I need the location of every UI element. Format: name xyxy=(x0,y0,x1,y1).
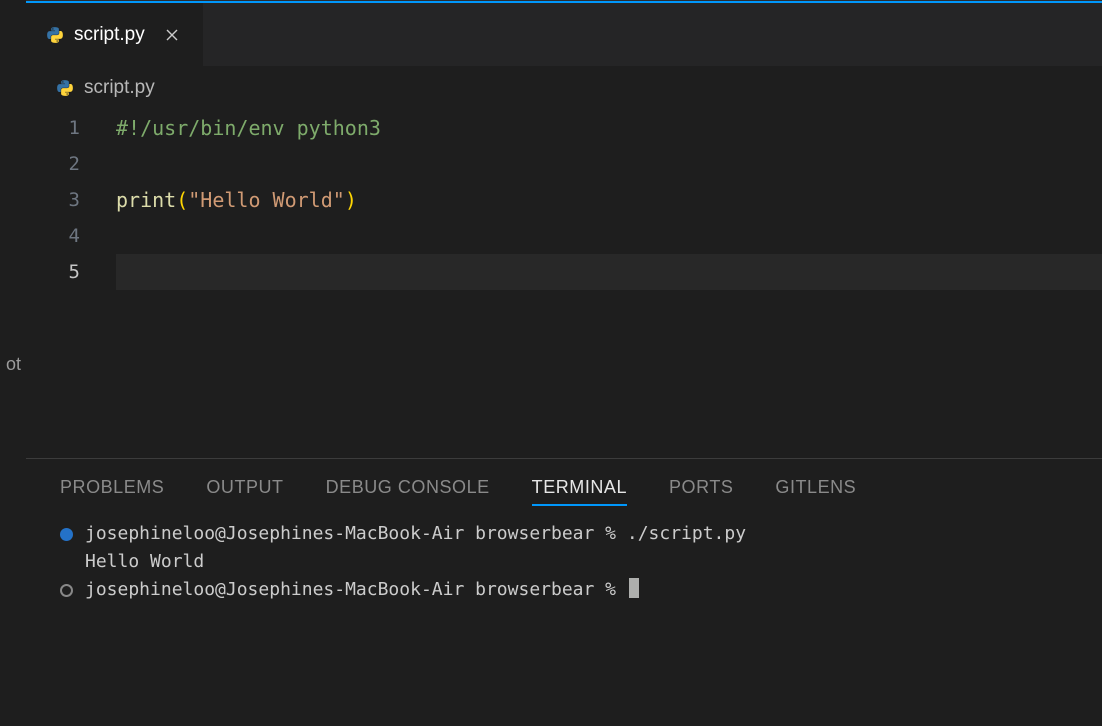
code-line: 1 #!/usr/bin/env python3 xyxy=(56,110,1102,146)
tab-label: script.py xyxy=(74,24,145,46)
terminal-text: josephineloo@Josephines-MacBook-Air brow… xyxy=(85,520,746,548)
code-line: 5 xyxy=(56,254,1102,290)
line-number: 5 xyxy=(56,261,116,283)
tab-script-py[interactable]: script.py xyxy=(26,3,204,66)
current-line-highlight xyxy=(116,254,1102,290)
terminal-line: josephineloo@Josephines-MacBook-Air brow… xyxy=(60,576,1068,604)
tab-problems[interactable]: PROBLEMS xyxy=(60,477,164,506)
code-line: 4 xyxy=(56,218,1102,254)
python-icon xyxy=(46,26,64,44)
breadcrumb-label: script.py xyxy=(84,77,155,99)
bottom-panel: PROBLEMS OUTPUT DEBUG CONSOLE TERMINAL P… xyxy=(26,458,1102,726)
tab-debug-console[interactable]: DEBUG CONSOLE xyxy=(326,477,490,506)
prompt-dot-icon xyxy=(60,584,73,597)
sidebar-text-fragment: ot xyxy=(6,354,21,375)
tab-gitlens[interactable]: GITLENS xyxy=(775,477,856,506)
editor-tabs: script.py xyxy=(26,1,1102,66)
terminal-cursor xyxy=(629,578,639,598)
main-area: script.py script.py 1 #!/usr/bin/env pyt… xyxy=(26,0,1102,726)
breadcrumb[interactable]: script.py xyxy=(26,66,1102,110)
terminal-text: josephineloo@Josephines-MacBook-Air brow… xyxy=(85,576,639,604)
code-line: 2 xyxy=(56,146,1102,182)
terminal-output[interactable]: josephineloo@Josephines-MacBook-Air brow… xyxy=(26,520,1102,604)
code-content: print("Hello World") xyxy=(116,188,357,212)
tab-terminal[interactable]: TERMINAL xyxy=(532,477,627,506)
tab-output[interactable]: OUTPUT xyxy=(206,477,283,506)
sidebar-fragment: ot xyxy=(0,0,26,726)
line-number: 4 xyxy=(56,225,116,247)
terminal-line: Hello World xyxy=(85,548,1068,576)
terminal-line: josephineloo@Josephines-MacBook-Air brow… xyxy=(60,520,1068,548)
prompt-dot-icon xyxy=(60,528,73,541)
line-number: 3 xyxy=(56,189,116,211)
code-content: #!/usr/bin/env python3 xyxy=(116,116,381,140)
code-editor[interactable]: 1 #!/usr/bin/env python3 2 3 print("Hell… xyxy=(26,110,1102,458)
code-line: 3 print("Hello World") xyxy=(56,182,1102,218)
panel-tabs: PROBLEMS OUTPUT DEBUG CONSOLE TERMINAL P… xyxy=(26,459,1102,520)
terminal-text: Hello World xyxy=(85,548,204,576)
tab-ports[interactable]: PORTS xyxy=(669,477,733,506)
line-number: 2 xyxy=(56,153,116,175)
python-icon xyxy=(56,79,74,97)
line-number: 1 xyxy=(56,117,116,139)
close-icon[interactable] xyxy=(161,24,183,46)
